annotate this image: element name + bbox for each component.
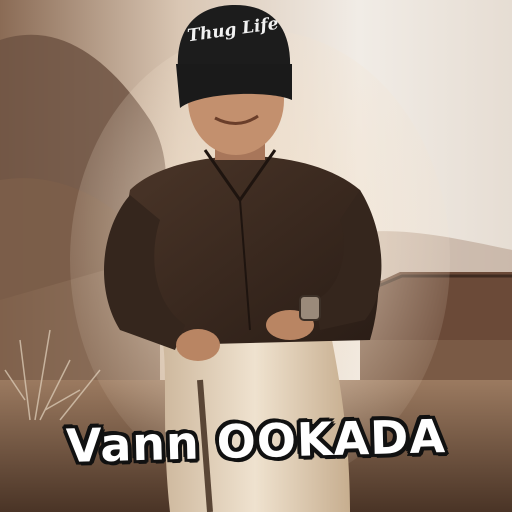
meme-caption: Vann OOKADA	[65, 409, 447, 473]
wristwatch	[299, 295, 321, 321]
meme-image: Thug Life Vann OOKADA	[0, 0, 512, 512]
left-hand	[176, 329, 220, 361]
